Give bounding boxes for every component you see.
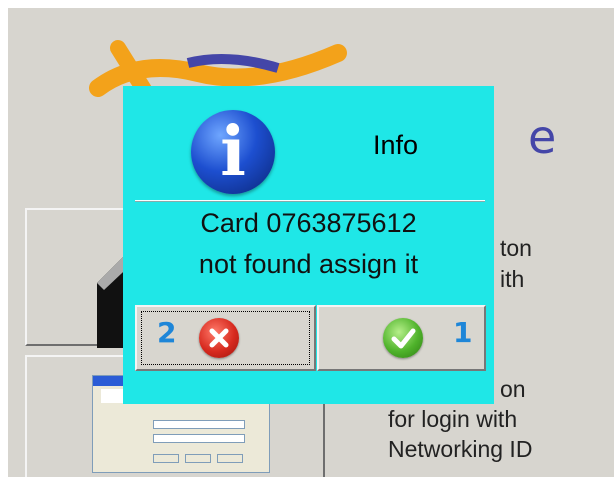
close-icon xyxy=(199,318,239,358)
checkmark-icon xyxy=(383,318,423,358)
ok-shortcut-badge: 1 xyxy=(453,316,473,349)
cancel-button[interactable]: 2 xyxy=(135,305,316,371)
background-button-1-text-line-1: ton xyxy=(500,235,532,261)
logo-text-fragment: e xyxy=(528,110,557,164)
dialog-message-line-2: not found assign it xyxy=(198,249,419,279)
background-button-1-text-line-2: ith xyxy=(500,266,525,292)
ok-button[interactable]: 1 xyxy=(317,305,486,371)
dialog-title: Info xyxy=(373,130,419,160)
background-button-2-text-line-3: Networking ID xyxy=(388,436,533,462)
info-icon: i xyxy=(191,110,275,194)
info-dialog: i Info Card 0763875612 not found assign … xyxy=(123,86,494,404)
background-button-2-text-line-2: for login with xyxy=(388,406,518,432)
background-button-2-text-line-1: on xyxy=(500,376,526,402)
dialog-divider xyxy=(135,200,485,202)
dialog-message-line-1: Card 0763875612 xyxy=(200,208,417,238)
cancel-shortcut-badge: 2 xyxy=(157,316,177,349)
